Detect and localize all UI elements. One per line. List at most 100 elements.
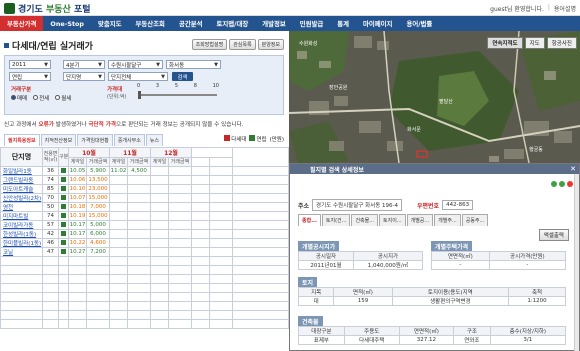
- year-select[interactable]: 2011 ▼: [9, 60, 51, 69]
- table-row[interactable]: 미도아트캐슬 85 10.10 23,000: [0, 183, 289, 194]
- glossary-link[interactable]: 용어설명: [554, 4, 576, 13]
- nav-item[interactable]: 토지맵/대장: [209, 16, 255, 31]
- nav-item[interactable]: One-Stop: [43, 16, 91, 31]
- complex-name[interactable]: 코이빌라가동: [0, 219, 43, 230]
- empty-cell: [209, 183, 233, 194]
- complex-name[interactable]: 한미플빌라(1동): [0, 237, 43, 248]
- prev-icon[interactable]: [551, 181, 557, 187]
- contract-date: [150, 183, 169, 194]
- complex-name[interactable]: 미지마트빌: [0, 210, 43, 221]
- empty-cell: [209, 309, 233, 320]
- empty-cell: [109, 273, 128, 284]
- popup-tab[interactable]: 건축물...: [351, 214, 379, 226]
- help-button[interactable]: 조회방법설명: [191, 39, 228, 50]
- nav-item[interactable]: 부동산가격: [0, 16, 44, 31]
- table-row[interactable]: 영천 50 10.18 7,000: [0, 201, 289, 212]
- close-icon[interactable]: [567, 181, 573, 187]
- table-row[interactable]: 코이빌라가동 57 10.17 5,000: [0, 219, 289, 230]
- tab-cadastral[interactable]: 지적전산정보: [40, 134, 77, 146]
- complex-name[interactable]: 미도아트캐슬: [0, 183, 43, 194]
- nav-item[interactable]: 민원발급: [293, 16, 331, 31]
- empty-cell: [209, 210, 233, 221]
- th-structure: 구조: [453, 326, 491, 336]
- deal-type-radios: 매매 전세 월세: [11, 94, 71, 102]
- tab-price-rent[interactable]: 가격임대현황: [77, 134, 113, 146]
- empty-cell: [150, 291, 169, 302]
- table-row[interactable]: 코닐 47 10.27 7,200: [0, 246, 289, 257]
- price-slider-handle[interactable]: [138, 91, 141, 99]
- complex-name[interactable]: 한성빌라(1동): [0, 228, 43, 239]
- type-marker-icon: [58, 210, 69, 221]
- contract-date: [150, 210, 169, 221]
- empty-cell: [0, 282, 43, 293]
- complex-select[interactable]: 단지명 ▼: [63, 72, 105, 81]
- tab-parcel-info[interactable]: 필지특용정보: [4, 134, 40, 146]
- type-select[interactable]: 연립 ▼: [9, 72, 51, 81]
- sale-info-button[interactable]: 분양정보: [257, 39, 284, 50]
- map-label: 행궁동: [529, 146, 543, 153]
- radio-monthly[interactable]: 월세: [55, 94, 71, 102]
- tab-brokers[interactable]: 중개사무소: [113, 134, 145, 146]
- radio-sale[interactable]: 매매: [11, 94, 27, 102]
- popup-tab[interactable]: 개별공...: [406, 214, 434, 226]
- nav-item[interactable]: 개발정보: [255, 16, 293, 31]
- price-unit: (단위:억): [107, 94, 127, 100]
- popup-tab[interactable]: 개별주...: [434, 214, 461, 226]
- complex-name[interactable]: 코닐: [0, 246, 43, 257]
- empty-cell: [127, 309, 151, 320]
- dong-select[interactable]: 화서동 ▼: [166, 60, 221, 69]
- popup-tab[interactable]: 공동주...: [461, 214, 489, 226]
- empty-cell: [232, 228, 289, 239]
- quarter-select[interactable]: 4분기 ▼: [63, 60, 105, 69]
- map-label: 팔달산: [439, 98, 453, 105]
- portal-logo[interactable]: 경기도 부동산 포털: [4, 2, 91, 15]
- area-select[interactable]: 단지전체 ▼: [108, 72, 168, 81]
- empty-cell: [209, 174, 233, 185]
- nav-item[interactable]: 공간분석: [172, 16, 210, 31]
- table-row[interactable]: 한미플빌라(1동) 46 10.22 4,600: [0, 237, 289, 248]
- nav-item[interactable]: 용어/법률: [399, 16, 439, 31]
- table-row[interactable]: 화일빌라1동 36 10.05 5,900 11.02 4,500: [0, 165, 289, 176]
- empty-cell: [191, 210, 210, 221]
- excel-export-button[interactable]: 액셀출력: [538, 229, 569, 241]
- table-row[interactable]: 신안성빌라(2차) 70 10.07 15,000: [0, 192, 289, 203]
- close-icon[interactable]: ✕: [570, 165, 576, 173]
- map-btn-aerial[interactable]: 항공사진: [546, 37, 577, 49]
- popup-tab[interactable]: 토지(건...: [321, 214, 351, 226]
- contract-date: [150, 246, 169, 257]
- complex-name[interactable]: 신안성빌라(2차): [0, 192, 43, 203]
- search-button[interactable]: 검색: [172, 72, 193, 81]
- title-bullet-icon: [4, 43, 9, 48]
- complex-name[interactable]: 영천: [0, 201, 43, 212]
- nav-item[interactable]: 마이페이지: [356, 16, 399, 31]
- area-value: 47: [42, 246, 59, 257]
- col-month-12: 12월: [150, 147, 192, 158]
- favorites-button[interactable]: 관심목록: [229, 39, 256, 50]
- table-row[interactable]: 미지마트빌 74 10.19 15,000: [0, 210, 289, 221]
- empty-cell: [209, 282, 233, 293]
- empty-cell: [191, 282, 210, 293]
- popup-tab[interactable]: 종합...: [298, 214, 321, 226]
- price-slider-track[interactable]: [139, 94, 217, 96]
- complex-name[interactable]: 화일빌라1동: [0, 165, 43, 176]
- map-btn-map[interactable]: 지도: [524, 37, 545, 49]
- nav-item[interactable]: 부동산조회: [129, 16, 172, 31]
- empty-cell: [58, 282, 69, 293]
- table-row[interactable]: 한성빌라(1동) 42 10.17 6,000: [0, 228, 289, 239]
- popup-scrollbar[interactable]: [574, 174, 579, 351]
- district-select[interactable]: 수원시팔달구 ▼: [108, 60, 163, 69]
- table-row[interactable]: 그랜드빌라동 74 10.06 13,500: [0, 174, 289, 185]
- map-btn-cadastral[interactable]: 연속지적도: [487, 37, 523, 49]
- building-table: 대장구분 주용도 연면적(㎡) 구조 층수(지상/지하) 표제부 다세대주택 3…: [298, 326, 567, 345]
- type-marker-icon: [58, 192, 69, 203]
- empty-cell: [232, 219, 289, 230]
- next-icon[interactable]: [559, 181, 565, 187]
- nav-item[interactable]: 통계: [330, 16, 356, 31]
- popup-tab[interactable]: 토지이...: [379, 214, 406, 226]
- tab-news[interactable]: 뉴스: [145, 134, 164, 146]
- empty-cell: [191, 264, 210, 275]
- complex-name[interactable]: 그랜드빌라동: [0, 174, 43, 185]
- area-value: 46: [42, 237, 59, 248]
- radio-jeonse[interactable]: 전세: [33, 94, 49, 102]
- nav-item[interactable]: 맞춤지도: [91, 16, 129, 31]
